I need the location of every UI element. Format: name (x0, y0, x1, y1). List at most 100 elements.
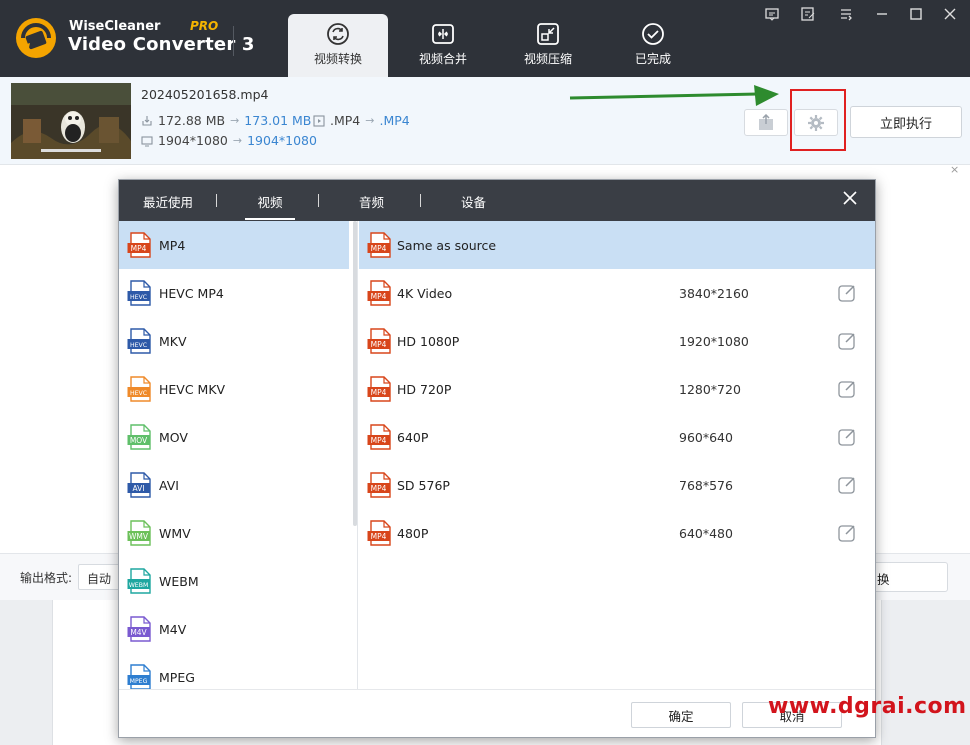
message-button[interactable] (760, 4, 784, 24)
format-original: .MP4 (330, 113, 361, 128)
header-divider (233, 26, 234, 56)
tab-label: 视频转换 (313, 52, 362, 66)
pane-divider (357, 221, 358, 689)
format-item[interactable]: MPEG MPEG (119, 653, 349, 689)
format-item[interactable]: M4V M4V (119, 605, 349, 653)
maximize-button[interactable] (904, 4, 928, 24)
size-target: 173.01 MB (244, 113, 312, 128)
format-file-icon: AVI (127, 472, 151, 498)
format-list: MP4 MP4 HEVC HEVC MP4 HEVC MKV HEVC HEVC MKV MOV… (119, 221, 351, 689)
edit-icon[interactable] (837, 523, 857, 543)
tab-completed[interactable]: 已完成 (603, 14, 703, 77)
edit-icon[interactable] (837, 475, 857, 495)
tab-audio[interactable]: 音频 (359, 192, 384, 211)
edit-icon[interactable] (837, 427, 857, 447)
svg-text:MP4: MP4 (371, 244, 387, 253)
svg-text:MP4: MP4 (371, 484, 387, 493)
tab-recent[interactable]: 最近使用 (143, 192, 193, 211)
convert-icon (327, 23, 349, 45)
format-label: HEVC MKV (159, 381, 226, 397)
arrow: → (230, 114, 240, 127)
green-arrow-annotation (569, 85, 779, 106)
feedback-icon (801, 7, 815, 21)
svg-text:MP4: MP4 (371, 436, 387, 445)
preset-item[interactable]: MP4 SD 576P 768*576 (359, 461, 875, 509)
mp4-file-icon: MP4 (367, 232, 391, 258)
minimize-button[interactable] (870, 4, 894, 24)
preset-item[interactable]: MP4 Same as source (359, 221, 875, 269)
menu-button[interactable] (834, 4, 858, 24)
format-item[interactable]: HEVC MKV (119, 317, 349, 365)
preset-resolution: 1280*720 (679, 381, 741, 397)
format-file-icon: M4V (127, 616, 151, 642)
tab-video-convert[interactable]: 视频转换 (288, 14, 388, 77)
file-size: 172.88 MB → 173.01 MB (141, 113, 311, 128)
tab-video-merge[interactable]: 视频合并 (393, 14, 493, 77)
tab-video[interactable]: 视频 (245, 192, 295, 220)
title-bar: WiseCleaner Video Converter 3 PRO 视频转换 视… (0, 0, 970, 77)
edit-icon[interactable] (837, 331, 857, 351)
format-item[interactable]: AVI AVI (119, 461, 349, 509)
remove-file-button[interactable]: × (950, 163, 959, 176)
format-label: MPEG (159, 669, 195, 685)
mp4-file-icon: MP4 (367, 280, 391, 306)
compress-icon (537, 23, 559, 45)
svg-text:MP4: MP4 (371, 340, 387, 349)
preset-list: MP4 Same as source MP4 4K Video 3840*2160 MP4… (359, 221, 875, 689)
dialog-close-icon[interactable] (841, 189, 859, 207)
format-label: MP4 (159, 237, 186, 253)
arrow: → (232, 134, 243, 147)
arrow: → (365, 114, 375, 127)
tab-separator (420, 194, 421, 207)
edit-icon[interactable] (837, 379, 857, 399)
close-icon (944, 8, 956, 20)
format-item[interactable]: MOV MOV (119, 413, 349, 461)
close-button[interactable] (938, 4, 962, 24)
feedback-button[interactable] (796, 4, 820, 24)
mp4-file-icon: MP4 (367, 376, 391, 402)
preset-resolution: 768*576 (679, 477, 733, 493)
format-target: .MP4 (379, 113, 410, 128)
format-file-icon: WMV (127, 520, 151, 546)
preset-item[interactable]: MP4 HD 1080P 1920*1080 (359, 317, 875, 365)
minimize-icon (877, 13, 887, 15)
format-item[interactable]: MP4 MP4 (119, 221, 349, 269)
svg-text:MP4: MP4 (371, 292, 387, 301)
format-file-icon: MPEG (127, 664, 151, 689)
format-file-icon: HEVC (127, 280, 151, 306)
format-label: AVI (159, 477, 179, 493)
tab-video-compress[interactable]: 视频压缩 (498, 14, 598, 77)
file-resolution: 1904*1080 → 1904*1080 (141, 133, 317, 148)
preset-item[interactable]: MP4 480P 640*480 (359, 509, 875, 557)
svg-text:MP4: MP4 (131, 244, 147, 253)
preset-item[interactable]: MP4 HD 720P 1280*720 (359, 365, 875, 413)
format-item[interactable]: WMV WMV (119, 509, 349, 557)
logo-icon (16, 18, 56, 58)
format-file-icon: WEBM (127, 568, 151, 594)
tab-separator (216, 194, 217, 207)
format-label: M4V (159, 621, 187, 637)
preset-resolution: 3840*2160 (679, 285, 749, 301)
tab-devices[interactable]: 设备 (461, 192, 486, 211)
preset-resolution: 1920*1080 (679, 333, 749, 349)
format-item[interactable]: HEVC HEVC MKV (119, 365, 349, 413)
format-label: HEVC MP4 (159, 285, 224, 301)
app-title: Video Converter 3 (68, 34, 255, 55)
preset-label: HD 1080P (397, 333, 460, 349)
format-item[interactable]: WEBM WEBM (119, 557, 349, 605)
preset-item[interactable]: MP4 4K Video 3840*2160 (359, 269, 875, 317)
svg-text:MP4: MP4 (371, 532, 387, 541)
mp4-file-icon: MP4 (367, 424, 391, 450)
ok-button[interactable]: 确定 (631, 702, 731, 728)
format-item[interactable]: HEVC HEVC MP4 (119, 269, 349, 317)
video-thumbnail (11, 83, 131, 159)
svg-text:HEVC: HEVC (130, 390, 147, 397)
format-label: WMV (159, 525, 191, 541)
svg-text:MOV: MOV (130, 436, 148, 445)
resolution-icon (141, 135, 153, 146)
run-now-button[interactable]: 立即执行 (850, 106, 962, 138)
preset-item[interactable]: MP4 640P 960*640 (359, 413, 875, 461)
preset-label: Same as source (397, 237, 497, 253)
export-button[interactable] (744, 109, 788, 136)
edit-icon[interactable] (837, 283, 857, 303)
